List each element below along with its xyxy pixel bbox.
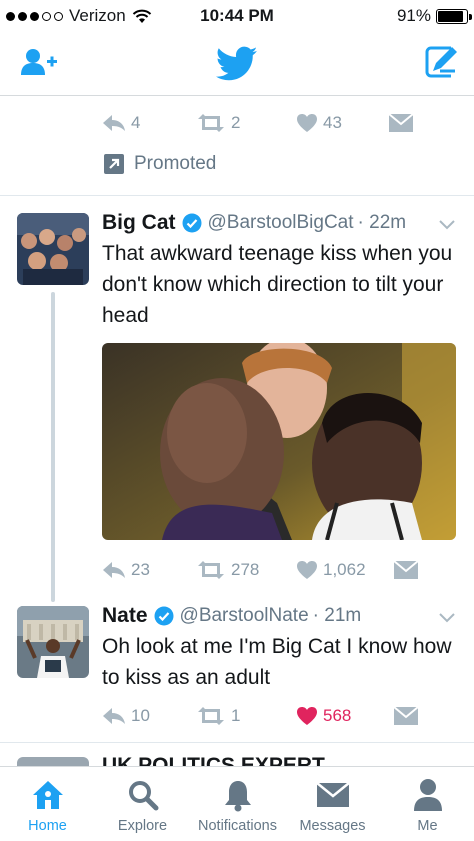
like-count: 1,062 xyxy=(323,560,366,579)
battery-icon xyxy=(436,8,472,24)
retweet-icon xyxy=(198,707,224,725)
verified-badge-icon xyxy=(182,213,201,233)
person-icon xyxy=(413,779,442,811)
battery-status: 91% xyxy=(396,6,472,26)
avatar[interactable] xyxy=(17,606,89,678)
heart-icon xyxy=(297,114,317,132)
tweet-header: Big Cat @BarstoolBigCat · 22m xyxy=(102,211,406,235)
like-count: 43 xyxy=(323,113,342,132)
user-name[interactable]: Nate xyxy=(102,604,148,628)
reply-icon xyxy=(103,115,125,131)
retweet-count: 278 xyxy=(231,560,260,579)
add-user-icon[interactable] xyxy=(20,47,60,79)
search-icon xyxy=(128,781,158,811)
battery-percent: 91% xyxy=(396,6,431,25)
envelope-icon xyxy=(388,113,414,132)
tweet-actions: 10 1 568 xyxy=(102,706,422,726)
reply-count: 4 xyxy=(131,113,141,132)
user-handle[interactable]: @BarstoolBigCat xyxy=(208,212,354,234)
status-bar: Verizon 10:44 PM 91% xyxy=(0,0,474,34)
compose-icon[interactable] xyxy=(423,44,459,80)
retweet-count: 1 xyxy=(231,706,241,725)
top-navigation-bar xyxy=(0,34,474,96)
partial-tweet[interactable]: UK POLITICS EXPERT xyxy=(0,743,474,766)
retweet-count: 2 xyxy=(231,113,241,132)
twitter-bird-icon[interactable] xyxy=(216,46,258,82)
promoted-tweet-actions: 4 2 43 xyxy=(102,113,422,133)
thread-connector xyxy=(51,292,55,602)
user-name[interactable]: Big Cat xyxy=(102,211,176,235)
retweet-button[interactable]: 1 xyxy=(196,706,296,726)
reply-button[interactable]: 10 xyxy=(102,706,196,726)
reply-button[interactable]: 23 xyxy=(102,560,196,580)
reply-count: 23 xyxy=(131,560,150,579)
tweet-time: · 22m xyxy=(357,212,407,233)
user-name: UK POLITICS EXPERT xyxy=(102,754,325,766)
tab-explore[interactable]: Explore xyxy=(95,767,190,841)
divider xyxy=(0,195,474,196)
direct-message-button[interactable] xyxy=(388,113,414,133)
tab-home[interactable]: Home xyxy=(0,767,95,841)
tweet-media-image[interactable] xyxy=(102,343,456,540)
tweet-text: Oh look at me I'm Big Cat I know how to … xyxy=(102,635,452,689)
reply-count: 10 xyxy=(131,706,150,725)
tab-notifications[interactable]: Notifications xyxy=(190,767,285,841)
tweet-actions: 23 278 1,062 xyxy=(102,560,422,580)
tab-messages[interactable]: Messages xyxy=(285,767,380,841)
like-button[interactable]: 43 xyxy=(296,113,388,133)
avatar xyxy=(17,757,89,766)
promoted-label[interactable]: Promoted xyxy=(104,153,216,175)
reply-icon xyxy=(103,562,125,578)
home-icon xyxy=(32,781,63,809)
like-count: 568 xyxy=(323,706,352,725)
chevron-down-icon[interactable] xyxy=(438,219,456,231)
user-handle[interactable]: @BarstoolNate xyxy=(180,605,309,627)
direct-message-button[interactable] xyxy=(393,560,419,580)
heart-icon xyxy=(297,707,317,725)
retweet-icon xyxy=(198,114,224,132)
direct-message-button[interactable] xyxy=(393,706,419,726)
envelope-icon xyxy=(393,560,419,579)
retweet-button[interactable]: 278 xyxy=(196,560,296,580)
avatar[interactable] xyxy=(17,213,89,285)
promoted-arrow-icon xyxy=(104,154,124,174)
bell-icon xyxy=(224,781,251,812)
retweet-button[interactable]: 2 xyxy=(196,113,296,133)
chevron-down-icon[interactable] xyxy=(438,612,456,624)
tweet-text: That awkward teenage kiss when you don't… xyxy=(102,242,453,327)
retweet-icon xyxy=(198,561,224,579)
tweet-time: · 21m xyxy=(312,605,362,626)
bottom-tab-bar: Home Explore Notifications Messages Me xyxy=(0,766,474,841)
tab-me[interactable]: Me xyxy=(380,767,474,841)
reply-button[interactable]: 4 xyxy=(102,113,196,133)
tweet-header: Nate @BarstoolNate · 21m xyxy=(102,604,361,628)
reply-icon xyxy=(103,708,125,724)
envelope-icon xyxy=(315,782,350,807)
like-button[interactable]: 568 xyxy=(296,706,393,726)
verified-badge-icon xyxy=(154,606,174,626)
like-button[interactable]: 1,062 xyxy=(296,560,393,580)
heart-icon xyxy=(297,561,317,579)
envelope-icon xyxy=(393,706,419,725)
